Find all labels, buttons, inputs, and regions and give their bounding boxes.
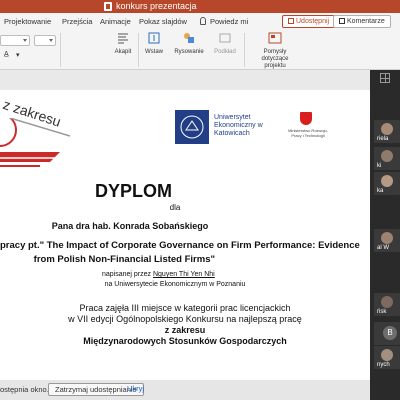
designer-group[interactable]: Podkład: [210, 31, 240, 55]
drawing-icon: [184, 33, 194, 43]
gallery-view-icon[interactable]: [380, 73, 390, 83]
tab-pokaz-slajdow[interactable]: Pokaz slajdów: [139, 17, 187, 26]
divider: [244, 33, 245, 67]
participant-name: ka: [377, 188, 384, 194]
sharing-bar: ostępnia okno. Zatrzymaj udostępnianie U…: [0, 380, 370, 400]
award-line4: Międzynarodowych Stosunków Gospodarczych: [83, 336, 287, 346]
powerpoint-file-icon: [104, 2, 112, 11]
font-size-select[interactable]: [34, 35, 56, 46]
written-by: napisanej przez Nguyen Thi Yen Nhi: [102, 271, 242, 278]
share-icon: [288, 18, 294, 24]
drawing-label: Rysowanie: [174, 49, 204, 55]
divider: [60, 33, 61, 67]
canvas-gap: [0, 70, 370, 90]
participant-name: al W: [377, 245, 389, 251]
comments-button[interactable]: Komentarze: [333, 15, 391, 28]
document-title: konkurs prezentacja: [116, 1, 197, 11]
participant-name: riela: [377, 136, 389, 142]
title-bar: konkurs prezentacja: [0, 0, 400, 13]
chevron-down-icon: [49, 39, 53, 42]
participant-initial: B: [383, 326, 397, 340]
university-name: Uniwersytet Ekonomiczny w Katowicach: [214, 114, 263, 137]
design-ideas-group[interactable]: Pomysły dotyczące projektu: [250, 31, 300, 70]
written-prefix: napisanej przez: [102, 271, 152, 278]
designer-label: Podkład: [214, 49, 236, 55]
insert-label: Wstaw: [145, 49, 163, 55]
participant-tile[interactable]: ńsk: [374, 293, 400, 316]
insert-icon: [148, 32, 160, 44]
ministry-name: Ministerstwo Rozwoju, Pracy i Technologi…: [288, 128, 328, 138]
highlight-icon[interactable]: ▾: [16, 51, 20, 59]
thesis-title-line2: from Polish Non-Financial Listed Firms": [33, 254, 215, 265]
diploma-title: DYPLOM: [95, 181, 173, 201]
tell-me-search[interactable]: Powiedz mi: [210, 17, 248, 26]
university-line: na Uniwersytecie Ekonomicznym w Poznaniu: [104, 281, 246, 288]
share-button[interactable]: Udostępnij: [282, 15, 336, 28]
eagle-emblem-icon: [300, 112, 312, 125]
sharing-notice: ostępnia okno.: [0, 385, 49, 394]
participant-name: ńsk: [377, 309, 387, 315]
drawing-group[interactable]: Rysowanie: [172, 31, 206, 55]
participant-video: [381, 296, 393, 308]
tab-animacje[interactable]: Animacje: [100, 17, 131, 26]
font-color-icon[interactable]: A̲: [4, 51, 9, 58]
for-label: dla: [169, 203, 181, 212]
comments-label: Komentarze: [347, 18, 385, 25]
award-line3: z zakresu: [164, 325, 206, 335]
font-name-select[interactable]: [0, 35, 30, 46]
paragraph-icon: [118, 33, 128, 44]
participant-name: ki: [377, 163, 382, 169]
participant-video: [381, 175, 393, 187]
participant-tile[interactable]: al W: [374, 229, 400, 252]
participant-tile[interactable]: ki: [374, 147, 400, 170]
recipient-name: Pana dra hab. Konrada Sobańskiego: [51, 221, 209, 231]
ribbon: Projektowanie Przejścia Animacje Pokaz s…: [0, 13, 400, 70]
paragraph-group[interactable]: Akapit: [110, 31, 136, 55]
design-ideas-icon: [268, 32, 282, 44]
paragraph-label: Akapit: [114, 49, 132, 55]
comment-icon: [339, 18, 345, 24]
university-logo: [175, 110, 209, 144]
crest-icon: [180, 115, 204, 139]
slide-canvas[interactable]: z zakresu Uniwersytet Ekonomiczny w Kato…: [0, 90, 370, 380]
designer-icon: [219, 33, 231, 43]
insert-group[interactable]: Wstaw: [142, 31, 166, 55]
participant-tile[interactable]: ka: [374, 172, 400, 195]
participant-name: nych: [377, 362, 390, 368]
participant-video: [381, 232, 393, 244]
design-ideas-label: Pomysły dotyczące projektu: [261, 49, 289, 69]
share-label: Udostępnij: [296, 18, 330, 25]
thesis-title-line1: pracy pt." The Impact of Corporate Gover…: [0, 240, 360, 251]
award-line1: Praca zajęła III miejsce w kategorii pra…: [79, 303, 291, 313]
divider: [138, 33, 139, 67]
award-line2: w VII edycji Ogólnopolskiego Konkursu na…: [68, 314, 302, 324]
tab-projektowanie[interactable]: Projektowanie: [4, 17, 51, 26]
lightbulb-icon[interactable]: [200, 17, 206, 25]
red-stripes-graphic: [0, 118, 70, 167]
tab-przejscia[interactable]: Przejścia: [62, 17, 92, 26]
ribbon-tabs: Projektowanie Przejścia Animacje Pokaz s…: [0, 13, 400, 30]
participant-tile[interactable]: riela: [374, 120, 400, 143]
participant-video: [381, 150, 393, 162]
participant-tile[interactable]: nych: [374, 346, 400, 369]
participant-video: [381, 123, 393, 135]
author-name: Nguyen Thi Yen Nhi: [152, 271, 215, 278]
hide-button[interactable]: Ukryj: [127, 384, 144, 393]
participant-video: [381, 349, 393, 361]
chevron-down-icon: [23, 39, 27, 42]
participant-tile[interactable]: B: [374, 322, 400, 345]
